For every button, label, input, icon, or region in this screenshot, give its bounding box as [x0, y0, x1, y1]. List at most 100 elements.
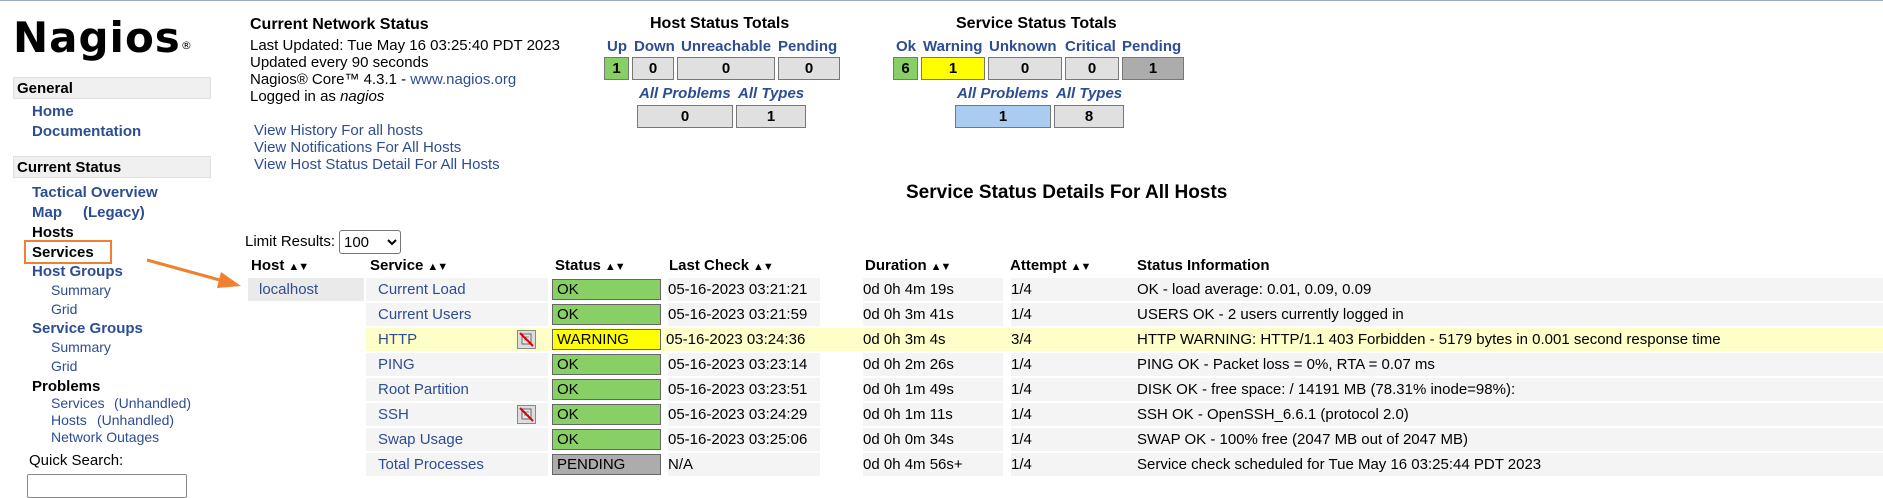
status-information-cell: USERS OK - 2 users currently logged in [1137, 306, 1404, 323]
host-unreachable-header[interactable]: Unreachable [681, 38, 771, 55]
svc-critical-header[interactable]: Critical [1065, 38, 1116, 55]
host-pending-count[interactable]: 0 [778, 57, 840, 80]
status-information-cell: SSH OK - OpenSSH_6.6.1 (protocol 2.0) [1137, 406, 1409, 423]
duration-cell: 0d 0h 0m 34s [863, 431, 954, 448]
general-section-header: General [13, 77, 211, 99]
host-totals-title: Host Status Totals [650, 15, 790, 32]
svc-all-problems-count[interactable]: 1 [955, 105, 1051, 128]
host-pending-header[interactable]: Pending [778, 38, 837, 55]
nagios-org-link[interactable]: www.nagios.org [410, 71, 516, 88]
nav-problems-services-unhandled[interactable]: (Unhandled) [114, 395, 191, 411]
notifications-disabled-icon[interactable] [517, 405, 536, 424]
sort-arrows-icon[interactable]: ▲▼ [931, 261, 952, 273]
nagios-logo[interactable]: Nagios® [13, 14, 193, 62]
nav-tactical-overview[interactable]: Tactical Overview [32, 184, 158, 201]
service-link[interactable]: Current Users [366, 303, 548, 326]
nav-problems[interactable]: Problems [32, 378, 100, 395]
sort-arrows-icon[interactable]: ▲▼ [427, 261, 448, 273]
svc-unknown-count[interactable]: 0 [988, 57, 1062, 80]
nav-service-groups-grid[interactable]: Grid [51, 358, 77, 374]
sort-arrows-icon[interactable]: ▲▼ [1071, 261, 1092, 273]
nav-home[interactable]: Home [32, 103, 74, 120]
status-information-cell: Service check scheduled for Tue May 16 0… [1137, 456, 1542, 473]
service-link[interactable]: Current Load [366, 278, 548, 301]
current-status-section-header: Current Status [13, 156, 211, 178]
attempt-cell: 1/4 [1011, 356, 1032, 373]
nav-problems-hosts[interactable]: Hosts [51, 412, 87, 428]
svc-pending-header[interactable]: Pending [1122, 38, 1181, 55]
svc-critical-count[interactable]: 0 [1065, 57, 1119, 80]
status-badge: OK [552, 354, 661, 375]
svc-all-problems-header[interactable]: All Problems [957, 85, 1049, 102]
service-link[interactable]: Root Partition [366, 378, 548, 401]
col-status-label: Status [555, 257, 601, 274]
sort-arrows-icon[interactable]: ▲▼ [605, 261, 626, 273]
status-information-cell: DISK OK - free space: / 14191 MB (78.31%… [1137, 381, 1516, 398]
nav-documentation[interactable]: Documentation [32, 123, 141, 140]
col-last-check: Last Check ▲▼ [669, 257, 774, 274]
svc-ok-count[interactable]: 6 [893, 57, 918, 80]
host-all-problems-count[interactable]: 0 [637, 105, 733, 128]
duration-cell: 0d 0h 4m 56s+ [863, 456, 963, 473]
top-border [0, 0, 1883, 1]
sort-arrows-icon[interactable]: ▲▼ [288, 261, 309, 273]
view-history-link[interactable]: View History For all hosts [254, 122, 423, 139]
service-totals-title: Service Status Totals [956, 15, 1117, 32]
nav-map[interactable]: Map [32, 204, 62, 221]
service-link[interactable]: PING [366, 353, 548, 376]
col-host-label: Host [251, 257, 285, 274]
col-attempt: Attempt ▲▼ [1010, 257, 1092, 274]
service-link[interactable]: Swap Usage [366, 428, 548, 451]
nav-service-groups[interactable]: Service Groups [32, 320, 143, 337]
duration-cell: 0d 0h 3m 41s [863, 306, 954, 323]
svc-warning-count[interactable]: 1 [921, 57, 985, 80]
view-notifications-link[interactable]: View Notifications For All Hosts [254, 139, 461, 156]
services-highlight-box [24, 240, 112, 264]
nav-network-outages[interactable]: Network Outages [51, 429, 159, 445]
svc-all-types-count[interactable]: 8 [1054, 105, 1124, 128]
service-link[interactable]: Total Processes [366, 453, 548, 476]
col-service: Service ▲▼ [370, 257, 448, 274]
nav-map-legacy[interactable]: (Legacy) [83, 204, 145, 221]
status-badge: OK [552, 379, 661, 400]
svc-all-types-header[interactable]: All Types [1056, 85, 1122, 102]
host-all-types-count[interactable]: 1 [736, 105, 806, 128]
duration-cell: 0d 0h 1m 49s [863, 381, 954, 398]
logo-text: Nagios [13, 13, 181, 62]
nav-host-groups-summary[interactable]: Summary [51, 282, 111, 298]
duration-cell: 0d 0h 2m 26s [863, 356, 954, 373]
limit-results-select[interactable]: 100 [339, 230, 401, 254]
nav-service-groups-summary[interactable]: Summary [51, 339, 111, 355]
svc-warning-header[interactable]: Warning [923, 38, 982, 55]
host-link-localhost[interactable]: localhost [248, 278, 364, 301]
host-up-count[interactable]: 1 [604, 57, 629, 80]
nav-hosts[interactable]: Hosts [32, 224, 74, 241]
host-all-types-header[interactable]: All Types [738, 85, 804, 102]
duration-cell: 0d 0h 4m 19s [863, 281, 954, 298]
logged-in-user: nagios [340, 88, 385, 105]
host-up-header[interactable]: Up [607, 38, 627, 55]
status-title: Current Network Status [250, 16, 429, 33]
service-row: HTTP 05-16-2023 03:24:36 0d 0h 3m 4s 3/4 HTT… [366, 328, 1883, 351]
sort-arrows-icon[interactable]: ▲▼ [753, 261, 774, 273]
svc-unknown-header[interactable]: Unknown [989, 38, 1057, 55]
last-updated: Last Updated: Tue May 16 03:25:40 PDT 20… [250, 37, 560, 54]
notifications-disabled-icon[interactable] [517, 330, 536, 349]
host-down-header[interactable]: Down [634, 38, 675, 55]
attempt-cell: 1/4 [1011, 306, 1032, 323]
host-unreachable-count[interactable]: 0 [677, 57, 775, 80]
svc-pending-count[interactable]: 1 [1122, 57, 1184, 80]
view-host-status-link[interactable]: View Host Status Detail For All Hosts [254, 156, 500, 173]
nav-problems-services[interactable]: Services [51, 395, 105, 411]
host-all-problems-header[interactable]: All Problems [639, 85, 731, 102]
svc-ok-header[interactable]: Ok [896, 38, 916, 55]
col-status: Status ▲▼ [555, 257, 626, 274]
host-down-count[interactable]: 0 [632, 57, 674, 80]
status-badge: OK [552, 404, 661, 425]
attempt-cell: 1/4 [1011, 381, 1032, 398]
nav-problems-hosts-unhandled[interactable]: (Unhandled) [97, 412, 174, 428]
quick-search-input[interactable] [27, 474, 187, 498]
nav-host-groups-grid[interactable]: Grid [51, 301, 77, 317]
core-version: Nagios® Core™ 4.3.1 - www.nagios.org [250, 71, 516, 88]
nav-host-groups[interactable]: Host Groups [32, 263, 123, 280]
